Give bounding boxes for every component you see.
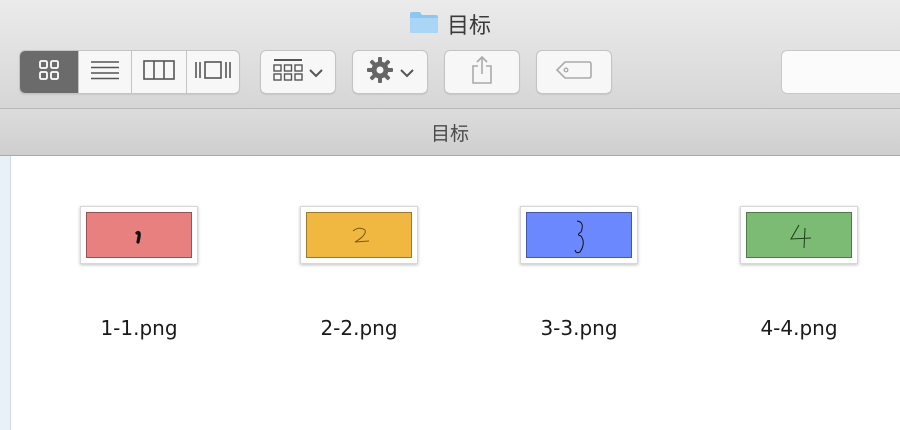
sidebar-edge xyxy=(0,156,11,430)
file-item[interactable]: 1-1.png xyxy=(59,206,219,346)
thumbnail-image xyxy=(306,212,412,258)
gear-icon xyxy=(366,56,394,88)
file-thumbnail xyxy=(740,206,858,264)
file-name: 2-2.png xyxy=(320,316,398,340)
share-icon xyxy=(470,55,494,89)
thumbnail-image xyxy=(86,212,192,258)
view-mode-control xyxy=(19,50,240,94)
file-grid: 1-1.png 2-2.png 3-3.png 4-4.png xyxy=(11,156,900,430)
file-thumbnail xyxy=(80,206,198,264)
file-thumbnail xyxy=(300,206,418,264)
window-toolbar: 目标 xyxy=(0,0,900,109)
list-view-button[interactable] xyxy=(79,51,132,93)
chevron-down-icon xyxy=(309,63,323,82)
path-bar-title: 目标 xyxy=(430,122,469,145)
arrange-button[interactable] xyxy=(260,50,336,94)
action-button[interactable] xyxy=(352,50,428,94)
file-item[interactable]: 3-3.png xyxy=(499,206,659,346)
file-name: 1-1.png xyxy=(100,316,178,340)
thumbnail-image xyxy=(746,212,852,258)
cover-flow-icon xyxy=(194,59,232,85)
list-icon xyxy=(90,59,120,85)
path-bar: 目标 xyxy=(0,109,900,156)
file-name: 3-3.png xyxy=(540,316,618,340)
folder-icon xyxy=(409,10,439,38)
thumbnail-image xyxy=(526,212,632,258)
file-name: 4-4.png xyxy=(760,316,838,340)
columns-icon xyxy=(143,59,175,85)
column-view-button[interactable] xyxy=(132,51,187,93)
file-item[interactable]: 4-4.png xyxy=(719,206,879,346)
window-title-area: 目标 xyxy=(0,8,900,40)
tags-button[interactable] xyxy=(536,50,612,94)
gallery-view-button[interactable] xyxy=(187,51,239,93)
chevron-down-icon xyxy=(400,63,414,82)
window-title: 目标 xyxy=(446,14,491,39)
grid-icon xyxy=(38,59,60,85)
arrange-icon xyxy=(273,58,303,86)
file-item[interactable]: 2-2.png xyxy=(279,206,439,346)
search-input[interactable] xyxy=(781,50,900,94)
file-thumbnail xyxy=(520,206,638,264)
tag-icon xyxy=(555,60,593,84)
icon-view-button[interactable] xyxy=(20,51,79,93)
share-button[interactable] xyxy=(444,50,520,94)
